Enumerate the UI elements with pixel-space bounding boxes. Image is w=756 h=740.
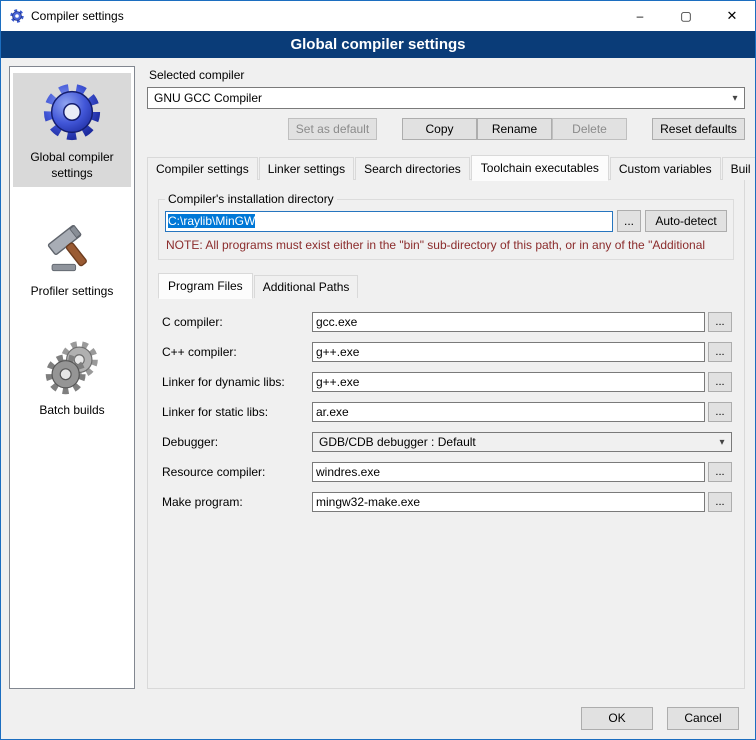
static-linker-label: Linker for static libs: [162, 405, 312, 419]
close-icon[interactable]: ✕ [709, 1, 755, 31]
browse-button[interactable]: ... [708, 342, 732, 362]
cpp-compiler-label: C++ compiler: [162, 345, 312, 359]
c-compiler-row: C compiler: ... [162, 312, 732, 332]
static-linker-row: Linker for static libs: ... [162, 402, 732, 422]
chevron-down-icon: ▾ [728, 93, 742, 104]
gray-gears-icon [15, 338, 129, 399]
browse-button[interactable]: ... [708, 372, 732, 392]
settings-tabstrip: Compiler settings Linker settings Search… [147, 155, 745, 180]
profiler-tool-icon [15, 219, 129, 280]
dynamic-linker-input[interactable] [312, 372, 705, 392]
dialog-body: Global compiler settings Profiler settin… [1, 58, 755, 697]
cpp-compiler-row: C++ compiler: ... [162, 342, 732, 362]
sidebar-item-batch-builds[interactable]: Batch builds [13, 330, 131, 425]
sidebar-item-label: Batch builds [39, 403, 104, 417]
page-title: Global compiler settings [1, 31, 755, 58]
sidebar-item-label: Global compiler settings [30, 150, 113, 180]
chevron-down-icon: ▾ [715, 437, 729, 448]
browse-button[interactable]: ... [708, 492, 732, 512]
dialog-footer: OK Cancel [1, 697, 755, 739]
browse-button[interactable]: ... [708, 402, 732, 422]
sidebar-item-profiler-settings[interactable]: Profiler settings [13, 211, 131, 306]
tab-linker-settings[interactable]: Linker settings [259, 157, 354, 180]
tab-toolchain-executables[interactable]: Toolchain executables [471, 155, 609, 181]
blue-gear-icon [15, 81, 129, 146]
selected-compiler-value: GNU GCC Compiler [154, 91, 728, 105]
selected-compiler-dropdown[interactable]: GNU GCC Compiler ▾ [147, 87, 745, 109]
installation-directory-row: C:\raylib\MinGW ... Auto-detect [165, 210, 727, 232]
window-title: Compiler settings [31, 9, 124, 23]
browse-directory-button[interactable]: ... [617, 210, 641, 232]
maximize-icon[interactable]: ▢ [663, 1, 709, 31]
minimize-icon[interactable]: – [617, 1, 663, 31]
resource-compiler-label: Resource compiler: [162, 465, 312, 479]
compiler-buttons-row: Set as default Copy Rename Delete Reset … [147, 118, 745, 140]
tab-additional-paths[interactable]: Additional Paths [254, 275, 359, 298]
rename-button[interactable]: Rename [477, 118, 552, 140]
sidebar-item-label: Profiler settings [31, 284, 114, 298]
bin-subdirectory-note: NOTE: All programs must exist either in … [166, 238, 726, 252]
program-files-tabstrip: Program Files Additional Paths [158, 273, 734, 298]
browse-button[interactable]: ... [708, 462, 732, 482]
browse-button[interactable]: ... [708, 312, 732, 332]
program-files-fields: C compiler: ... C++ compiler: ... Linker… [158, 312, 734, 522]
debugger-label: Debugger: [162, 435, 312, 449]
app-gear-icon [9, 8, 25, 24]
installation-dir-value: C:\raylib\MinGW [168, 214, 255, 228]
tab-custom-variables[interactable]: Custom variables [610, 157, 721, 180]
debugger-value: GDB/CDB debugger : Default [319, 435, 715, 449]
static-linker-input[interactable] [312, 402, 705, 422]
debugger-dropdown[interactable]: GDB/CDB debugger : Default ▾ [312, 432, 732, 452]
delete-button[interactable]: Delete [552, 118, 627, 140]
settings-sidebar: Global compiler settings Profiler settin… [9, 66, 135, 689]
dynamic-linker-row: Linker for dynamic libs: ... [162, 372, 732, 392]
make-program-label: Make program: [162, 495, 312, 509]
tab-build-truncated[interactable]: Buil [722, 157, 756, 180]
titlebar: Compiler settings – ▢ ✕ [1, 1, 755, 31]
installation-directory-legend: Compiler's installation directory [165, 192, 337, 206]
window-controls: – ▢ ✕ [617, 1, 755, 31]
installation-dir-input[interactable]: C:\raylib\MinGW [165, 211, 613, 232]
copy-button[interactable]: Copy [402, 118, 477, 140]
main-panel: Selected compiler GNU GCC Compiler ▾ Set… [147, 66, 745, 689]
ok-button[interactable]: OK [581, 707, 653, 730]
cpp-compiler-input[interactable] [312, 342, 705, 362]
make-program-row: Make program: ... [162, 492, 732, 512]
sidebar-item-global-compiler-settings[interactable]: Global compiler settings [13, 73, 131, 187]
resource-compiler-input[interactable] [312, 462, 705, 482]
cancel-button[interactable]: Cancel [667, 707, 739, 730]
tab-search-directories[interactable]: Search directories [355, 157, 470, 180]
debugger-row: Debugger: GDB/CDB debugger : Default ▾ [162, 432, 732, 452]
tab-program-files[interactable]: Program Files [158, 273, 253, 299]
make-program-input[interactable] [312, 492, 705, 512]
set-as-default-button[interactable]: Set as default [288, 118, 377, 140]
auto-detect-button[interactable]: Auto-detect [645, 210, 727, 232]
selected-compiler-label: Selected compiler [149, 68, 745, 82]
dynamic-linker-label: Linker for dynamic libs: [162, 375, 312, 389]
c-compiler-label: C compiler: [162, 315, 312, 329]
compiler-settings-window: Compiler settings – ▢ ✕ Global compiler … [0, 0, 756, 740]
c-compiler-input[interactable] [312, 312, 705, 332]
tab-compiler-settings[interactable]: Compiler settings [147, 157, 258, 180]
reset-defaults-button[interactable]: Reset defaults [652, 118, 745, 140]
resource-compiler-row: Resource compiler: ... [162, 462, 732, 482]
installation-directory-groupbox: Compiler's installation directory C:\ray… [158, 192, 734, 260]
toolchain-executables-page: Compiler's installation directory C:\ray… [147, 179, 745, 689]
